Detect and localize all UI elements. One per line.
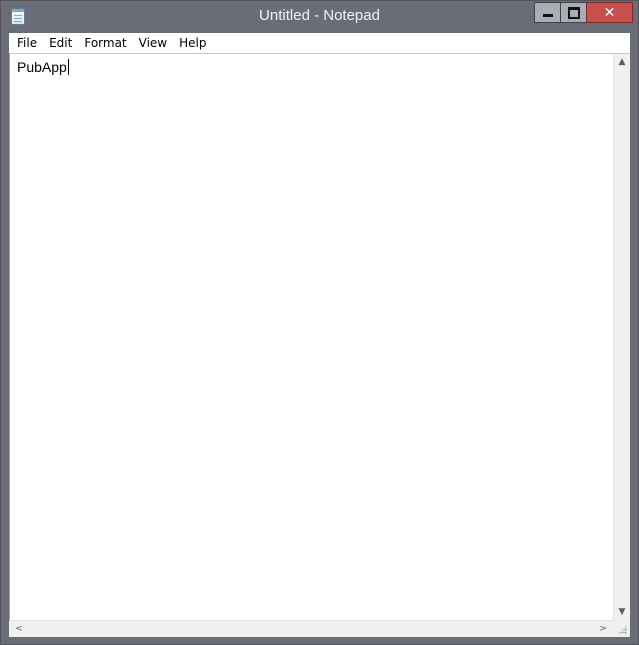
chevron-down-icon: ▼ bbox=[618, 607, 626, 617]
scroll-right-button[interactable]: > bbox=[595, 621, 611, 637]
menu-format[interactable]: Format bbox=[78, 33, 132, 53]
scroll-down-button[interactable]: ▼ bbox=[614, 604, 630, 620]
chevron-right-icon: > bbox=[599, 624, 607, 634]
maximize-button[interactable] bbox=[560, 2, 587, 23]
scroll-up-button[interactable]: ▲ bbox=[614, 54, 630, 70]
chevron-up-icon: ▲ bbox=[618, 57, 626, 67]
menu-view[interactable]: View bbox=[133, 33, 173, 53]
text-caret bbox=[67, 59, 69, 75]
client-area: PubApp ▲ ▼ < > bbox=[9, 53, 630, 637]
close-button[interactable]: ✕ bbox=[586, 2, 633, 23]
minimize-icon bbox=[542, 13, 553, 17]
menu-help[interactable]: Help bbox=[173, 33, 212, 53]
vertical-scrollbar[interactable]: ▲ ▼ bbox=[613, 54, 630, 620]
text-editor[interactable]: PubApp bbox=[9, 54, 613, 620]
caption-buttons: ✕ bbox=[534, 2, 633, 23]
close-icon: ✕ bbox=[603, 4, 616, 21]
chevron-left-icon: < bbox=[15, 624, 23, 634]
horizontal-scrollbar[interactable]: < > bbox=[9, 620, 613, 637]
menu-bar: File Edit Format View Help bbox=[9, 33, 630, 53]
notepad-window: Untitled - Notepad ✕ File Edit Format Vi… bbox=[0, 0, 639, 645]
menu-edit[interactable]: Edit bbox=[43, 33, 78, 53]
minimize-button[interactable] bbox=[534, 2, 561, 23]
menu-file[interactable]: File bbox=[9, 33, 43, 53]
resize-grip[interactable] bbox=[613, 620, 630, 637]
title-bar[interactable]: Untitled - Notepad ✕ bbox=[1, 1, 638, 33]
maximize-icon bbox=[567, 6, 580, 19]
scroll-left-button[interactable]: < bbox=[11, 621, 27, 637]
editor-content: PubApp bbox=[17, 59, 69, 75]
editor-text: PubApp bbox=[17, 59, 67, 75]
